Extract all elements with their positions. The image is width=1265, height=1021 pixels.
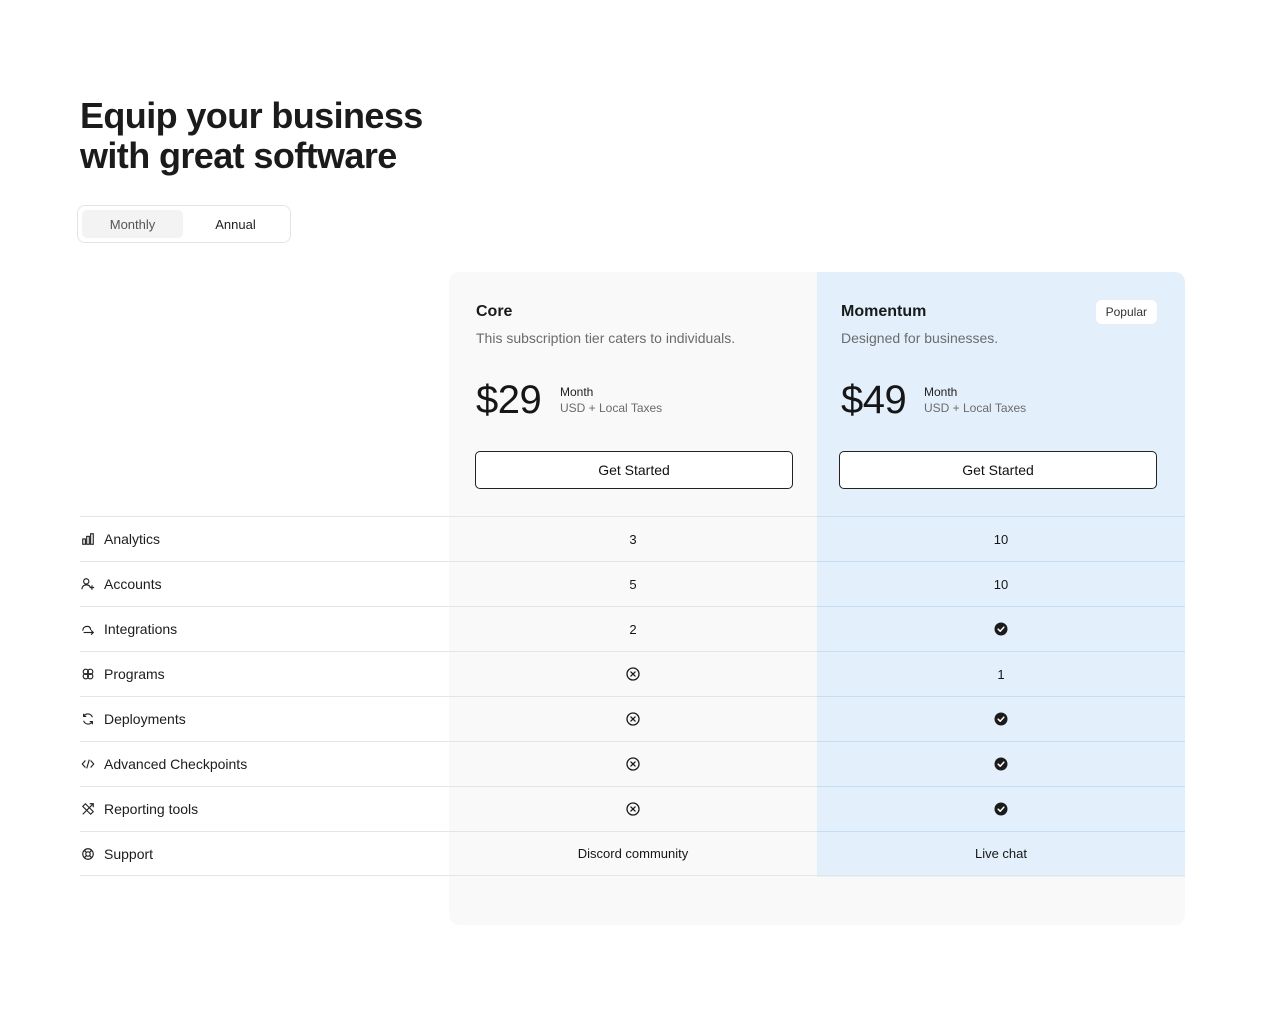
- feature-name: Accounts: [80, 576, 449, 592]
- plan-card-core: Core This subscription tier caters to in…: [449, 272, 817, 516]
- row-divider: [817, 606, 1185, 607]
- bar-chart-icon: [80, 531, 96, 547]
- feature-comparison-table: Analytics 3 10 Accounts 5 10 Integrations 2 Prog…: [80, 516, 1185, 876]
- table-row: Integrations 2: [80, 606, 1185, 651]
- tools-icon: [80, 801, 96, 817]
- plan-description: This subscription tier caters to individ…: [476, 330, 736, 346]
- x-circle-icon: [626, 712, 640, 726]
- core-value-cell: 3: [449, 532, 817, 547]
- feature-label: Advanced Checkpoints: [104, 756, 248, 772]
- core-value-cell: [449, 667, 817, 681]
- core-value-cell: [449, 757, 817, 771]
- core-value-cell: Discord community: [449, 846, 817, 861]
- feature-label: Support: [104, 845, 154, 862]
- feature-label: Reporting tools: [104, 801, 199, 817]
- momentum-value-cell: [817, 712, 1185, 726]
- plan-price: $49: [841, 378, 907, 422]
- feature-name: Integrations: [80, 621, 449, 637]
- page-title: Equip your business with great software: [80, 96, 500, 176]
- row-divider: [817, 696, 1185, 697]
- plan-taxes: USD + Local Taxes: [560, 401, 663, 415]
- plan-period: Month: [924, 385, 958, 399]
- x-circle-icon: [626, 757, 640, 771]
- popular-badge: Popular: [1095, 300, 1157, 324]
- momentum-value-cell: [817, 622, 1185, 636]
- table-row: Support Discord community Live chat: [80, 831, 1185, 876]
- row-divider: [817, 651, 1185, 652]
- feature-value: 2: [629, 621, 637, 637]
- feature-value: Discord community: [577, 846, 689, 861]
- feature-label: Accounts: [104, 576, 162, 592]
- momentum-value-cell: 10: [817, 577, 1185, 592]
- momentum-value-cell: 1: [817, 667, 1185, 682]
- feature-name: Analytics: [80, 531, 449, 547]
- plan-card-momentum: Momentum Popular Designed for businesses…: [817, 272, 1185, 516]
- momentum-value-cell: Live chat: [817, 846, 1185, 861]
- feature-value: 1: [997, 666, 1005, 682]
- momentum-value-cell: [817, 757, 1185, 771]
- row-divider: [817, 786, 1185, 787]
- check-icon: [994, 802, 1008, 816]
- billing-period-toggle: Monthly Annual: [77, 205, 291, 243]
- row-divider: [817, 561, 1185, 562]
- title-line-2: with great software: [80, 135, 397, 176]
- core-value-cell: [449, 712, 817, 726]
- row-divider: [817, 741, 1185, 742]
- refresh-icon: [80, 711, 96, 727]
- integration-arrow-icon: [80, 621, 96, 637]
- feature-value: 10: [993, 576, 1009, 592]
- plan-taxes: USD + Local Taxes: [924, 401, 1027, 415]
- feature-name: Deployments: [80, 711, 449, 727]
- lifebuoy-icon: [80, 846, 96, 862]
- feature-label: Integrations: [104, 621, 178, 637]
- check-icon: [994, 757, 1008, 771]
- feature-name: Advanced Checkpoints: [80, 756, 449, 772]
- feature-label: Deployments: [104, 711, 186, 727]
- feature-value: 5: [629, 576, 637, 592]
- check-icon: [994, 622, 1008, 636]
- check-icon: [994, 712, 1008, 726]
- plan-price: $29: [476, 378, 542, 422]
- plan-name: Momentum: [841, 303, 927, 320]
- clover-icon: [80, 666, 96, 682]
- row-divider: [817, 516, 1185, 517]
- plan-name: Core: [476, 303, 513, 320]
- x-circle-icon: [626, 802, 640, 816]
- annual-toggle-button[interactable]: Annual: [185, 210, 286, 238]
- core-value-cell: [449, 802, 817, 816]
- table-row: Reporting tools: [80, 786, 1185, 831]
- core-value-cell: 2: [449, 622, 817, 637]
- table-row: Programs 1: [80, 651, 1185, 696]
- x-circle-icon: [626, 667, 640, 681]
- feature-label: Analytics: [104, 531, 161, 547]
- plan-description: Designed for businesses.: [841, 330, 999, 346]
- code-icon: [80, 756, 96, 772]
- table-row: Advanced Checkpoints: [80, 741, 1185, 786]
- table-row: Deployments: [80, 696, 1185, 741]
- plan-period: Month: [560, 385, 594, 399]
- feature-name: Reporting tools: [80, 801, 449, 817]
- get-started-button-momentum[interactable]: Get Started: [839, 451, 1157, 489]
- feature-label: Programs: [104, 666, 165, 682]
- table-row: Accounts 5 10: [80, 561, 1185, 606]
- feature-value: 3: [629, 531, 637, 547]
- feature-value: 10: [993, 531, 1009, 547]
- momentum-value-cell: 10: [817, 532, 1185, 547]
- feature-name: Support: [80, 846, 449, 862]
- momentum-column-footer: [817, 877, 1185, 925]
- monthly-toggle-button[interactable]: Monthly: [82, 210, 183, 238]
- momentum-value-cell: [817, 802, 1185, 816]
- feature-name: Programs: [80, 666, 449, 682]
- user-plus-icon: [80, 576, 96, 592]
- table-row: Analytics 3 10: [80, 516, 1185, 561]
- feature-value: Live chat: [974, 846, 1028, 861]
- core-value-cell: 5: [449, 577, 817, 592]
- row-divider: [817, 831, 1185, 832]
- title-line-1: Equip your business: [80, 95, 423, 136]
- get-started-button-core[interactable]: Get Started: [475, 451, 793, 489]
